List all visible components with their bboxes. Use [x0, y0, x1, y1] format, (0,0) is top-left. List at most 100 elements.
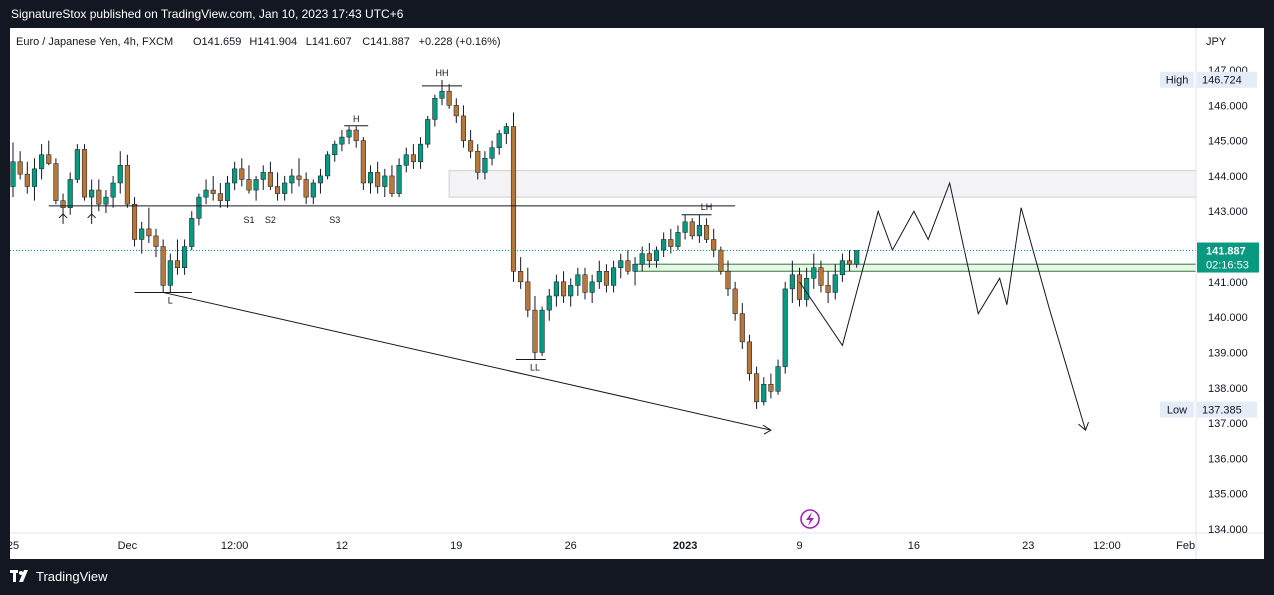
candle-body	[839, 260, 845, 276]
footer-bar: TradingView	[0, 559, 1274, 595]
candle-body	[146, 228, 152, 237]
candle-body	[854, 250, 860, 265]
candle-body	[260, 172, 266, 180]
candle-body	[189, 218, 195, 247]
candle-body	[196, 196, 202, 219]
candle-body	[339, 136, 345, 145]
candle-body	[39, 154, 45, 170]
y-tick-label: 140.000	[1208, 312, 1248, 324]
candle-body	[711, 239, 717, 251]
candle-body	[74, 149, 80, 180]
candle-body	[96, 189, 102, 205]
candle-body	[317, 175, 323, 184]
candle-body	[24, 173, 30, 187]
x-tick-label: 12:00	[1093, 540, 1121, 552]
x-tick-label: 12:00	[221, 540, 249, 552]
candle-body	[446, 90, 452, 106]
tradingview-brand-text: TradingView	[36, 569, 108, 584]
candle-body	[847, 260, 853, 265]
x-tick-label: 2023	[673, 540, 697, 552]
candle-body	[310, 182, 316, 198]
candle-body	[739, 313, 745, 343]
published-by-line: SignatureStox published on TradingView.c…	[11, 7, 404, 21]
candle-body	[17, 161, 23, 175]
candle-body	[110, 182, 116, 198]
candle-body	[353, 129, 359, 141]
candle-body	[510, 126, 517, 272]
candle-body	[489, 147, 495, 159]
candle-body	[346, 129, 352, 138]
tradingview-brand[interactable]: TradingView	[10, 569, 108, 584]
candle-body	[67, 179, 73, 208]
annotation-label: S3	[329, 215, 340, 225]
candle-body	[761, 383, 767, 403]
supply-zone	[448, 170, 1197, 198]
y-tick-label: 139.000	[1208, 347, 1248, 359]
candle-body	[410, 154, 416, 163]
candle-body	[668, 239, 674, 247]
ohlc-value: O141.659	[193, 36, 241, 48]
candle-body	[224, 182, 231, 201]
price-chart[interactable]: HHHLHLLLS1 S2 S3 134.000135.000136.000137.…	[10, 28, 1264, 559]
candle-body	[561, 281, 567, 297]
candle-body	[439, 90, 445, 99]
currency-label: JPY	[1206, 36, 1227, 48]
candle-body	[453, 105, 459, 117]
candle-body	[718, 249, 724, 272]
tradingview-logo-icon	[10, 569, 28, 582]
candle-body	[589, 281, 595, 293]
candle-body	[732, 288, 738, 314]
candle-body	[796, 274, 803, 300]
candle-body	[754, 373, 760, 403]
x-tick-label: 12	[336, 540, 348, 552]
event-icon[interactable]	[800, 509, 820, 529]
candle-body	[832, 274, 838, 293]
high-price-value: 146.724	[1202, 75, 1242, 87]
candle-body	[232, 168, 238, 184]
ohlc-value: H141.904	[249, 36, 297, 48]
chart-frame[interactable]: HH H LH L LL S1 S2 S3 134.000 135.000 136.000 137.…	[10, 28, 1264, 559]
candle-body	[689, 221, 695, 237]
candle-body	[496, 133, 502, 148]
candle-body	[618, 260, 624, 268]
candle-body	[303, 179, 309, 198]
candle-body	[818, 267, 824, 286]
current-price-value: 141.887	[1206, 246, 1246, 258]
annotation-label: HH	[436, 68, 449, 78]
candle-body	[81, 149, 88, 198]
candle-body	[217, 193, 223, 201]
candle-body	[46, 154, 52, 164]
candle-body	[382, 175, 388, 187]
candle-body	[425, 119, 431, 145]
ohlc-value: L141.607	[306, 36, 352, 48]
candle-body	[375, 172, 381, 187]
candle-body	[596, 271, 602, 283]
candle-body	[782, 288, 788, 367]
candle-body	[282, 182, 288, 194]
countdown-timer: 02:16:53	[1206, 260, 1249, 272]
candle-body	[568, 285, 574, 297]
candle-body	[239, 168, 245, 180]
candle-body	[603, 271, 610, 286]
candle-body	[367, 172, 374, 184]
candle-body	[396, 165, 402, 194]
candle-body	[475, 150, 481, 173]
candle-body	[704, 225, 710, 240]
candle-body	[768, 383, 774, 392]
candle-body	[289, 175, 295, 184]
y-tick-label: 135.000	[1208, 489, 1248, 501]
candle-body	[31, 168, 37, 187]
candle-body	[725, 271, 731, 290]
candle-body	[775, 366, 781, 392]
candle-body	[210, 189, 216, 194]
up-arrow-icon	[58, 213, 68, 224]
high-price-label: High	[1166, 75, 1189, 87]
candle-body	[546, 295, 552, 311]
x-tick-label: 23	[1022, 540, 1034, 552]
candle-body	[639, 253, 645, 265]
candle-body	[10, 161, 16, 187]
candle-body	[418, 143, 424, 163]
candle-body	[696, 225, 702, 237]
low-price-value: 137.385	[1202, 404, 1242, 416]
candle-body	[89, 189, 95, 198]
